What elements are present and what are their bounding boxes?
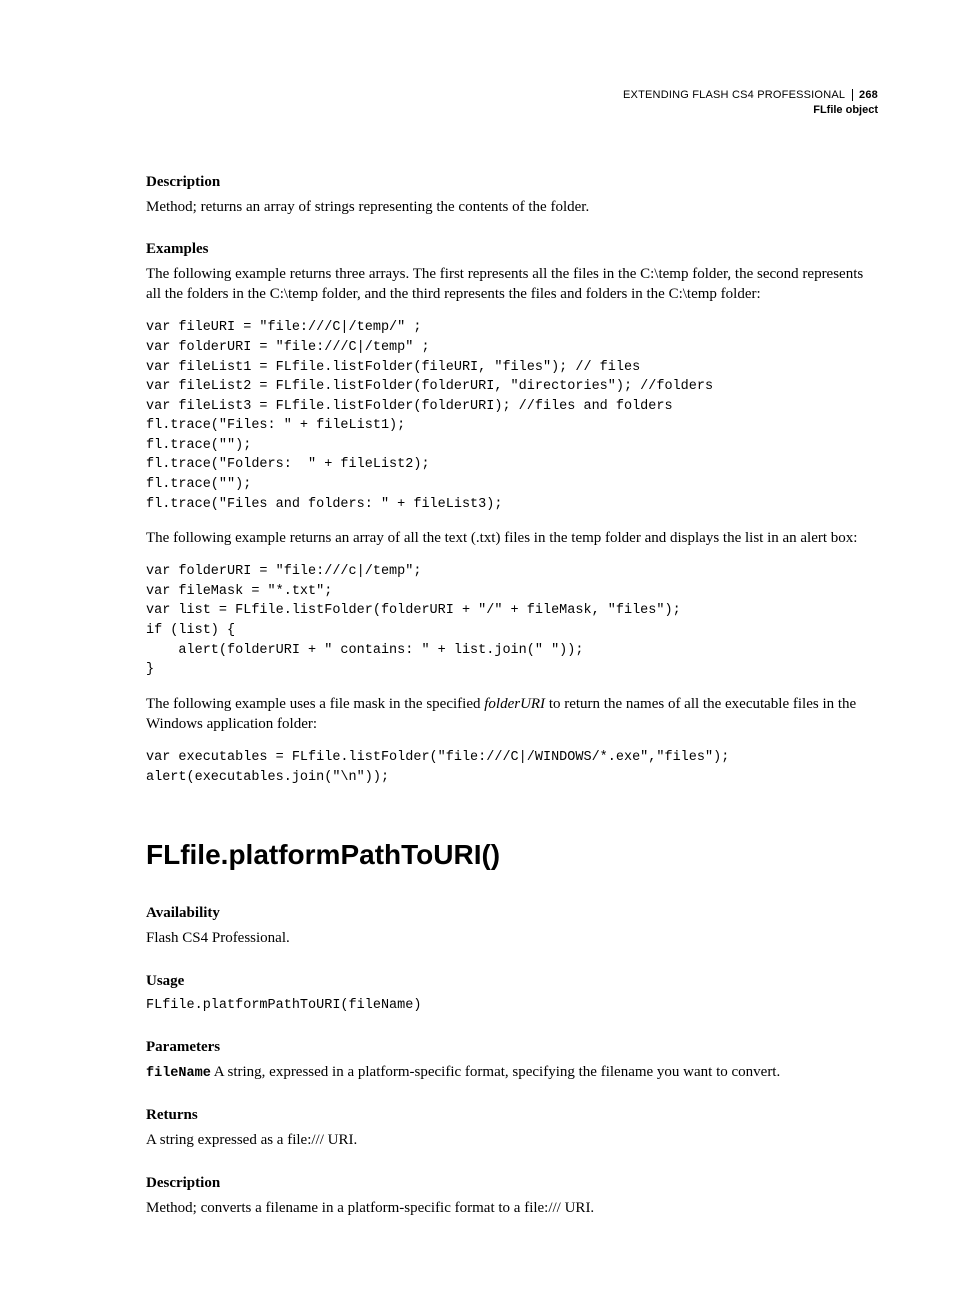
page-header: EXTENDING FLASH CS4 PROFESSIONAL 268 FLf… — [146, 88, 878, 118]
usage-heading: Usage — [146, 973, 878, 990]
description-heading: Description — [146, 174, 878, 191]
example-intro-2: The following example returns an array o… — [146, 528, 878, 548]
header-top-line: EXTENDING FLASH CS4 PROFESSIONAL 268 — [146, 88, 878, 103]
parameter-name: fileName — [146, 1066, 211, 1081]
parameters-heading: Parameters — [146, 1039, 878, 1056]
parameters-section: Parameters fileName A string, expressed … — [146, 1039, 878, 1083]
description2-section: Description Method; converts a filename … — [146, 1175, 878, 1218]
intro3-part-a: The following example uses a file mask i… — [146, 696, 484, 712]
parameter-line: fileName A string, expressed in a platfo… — [146, 1062, 878, 1083]
description-section: Description Method; returns an array of … — [146, 174, 878, 217]
returns-heading: Returns — [146, 1107, 878, 1124]
description2-heading: Description — [146, 1175, 878, 1192]
availability-section: Availability Flash CS4 Professional. — [146, 905, 878, 948]
returns-section: Returns A string expressed as a file:///… — [146, 1107, 878, 1150]
method-title: FLfile.platformPathToURI() — [146, 839, 878, 871]
doc-title: EXTENDING FLASH CS4 PROFESSIONAL — [623, 89, 845, 101]
availability-text: Flash CS4 Professional. — [146, 928, 878, 948]
example-code-1: var fileURI = "file:///C|/temp/" ; var f… — [146, 318, 878, 514]
example-intro-3: The following example uses a file mask i… — [146, 694, 878, 735]
description-text: Method; returns an array of strings repr… — [146, 197, 878, 217]
header-section: FLfile object — [146, 103, 878, 118]
usage-code: FLfile.platformPathToURI(fileName) — [146, 996, 878, 1016]
page-content: EXTENDING FLASH CS4 PROFESSIONAL 268 FLf… — [0, 0, 954, 1302]
returns-text: A string expressed as a file:/// URI. — [146, 1130, 878, 1150]
parameter-text: A string, expressed in a platform-specif… — [211, 1064, 780, 1080]
intro3-italic: folderURI — [484, 696, 545, 712]
example-code-2: var folderURI = "file:///c|/temp"; var f… — [146, 562, 878, 679]
page-number: 268 — [852, 89, 878, 101]
usage-section: Usage FLfile.platformPathToURI(fileName) — [146, 973, 878, 1016]
example-code-3: var executables = FLfile.listFolder("fil… — [146, 748, 878, 787]
example-intro-1: The following example returns three arra… — [146, 264, 878, 305]
examples-section: Examples The following example returns t… — [146, 241, 878, 787]
examples-heading: Examples — [146, 241, 878, 258]
description2-text: Method; converts a filename in a platfor… — [146, 1198, 878, 1218]
availability-heading: Availability — [146, 905, 878, 922]
